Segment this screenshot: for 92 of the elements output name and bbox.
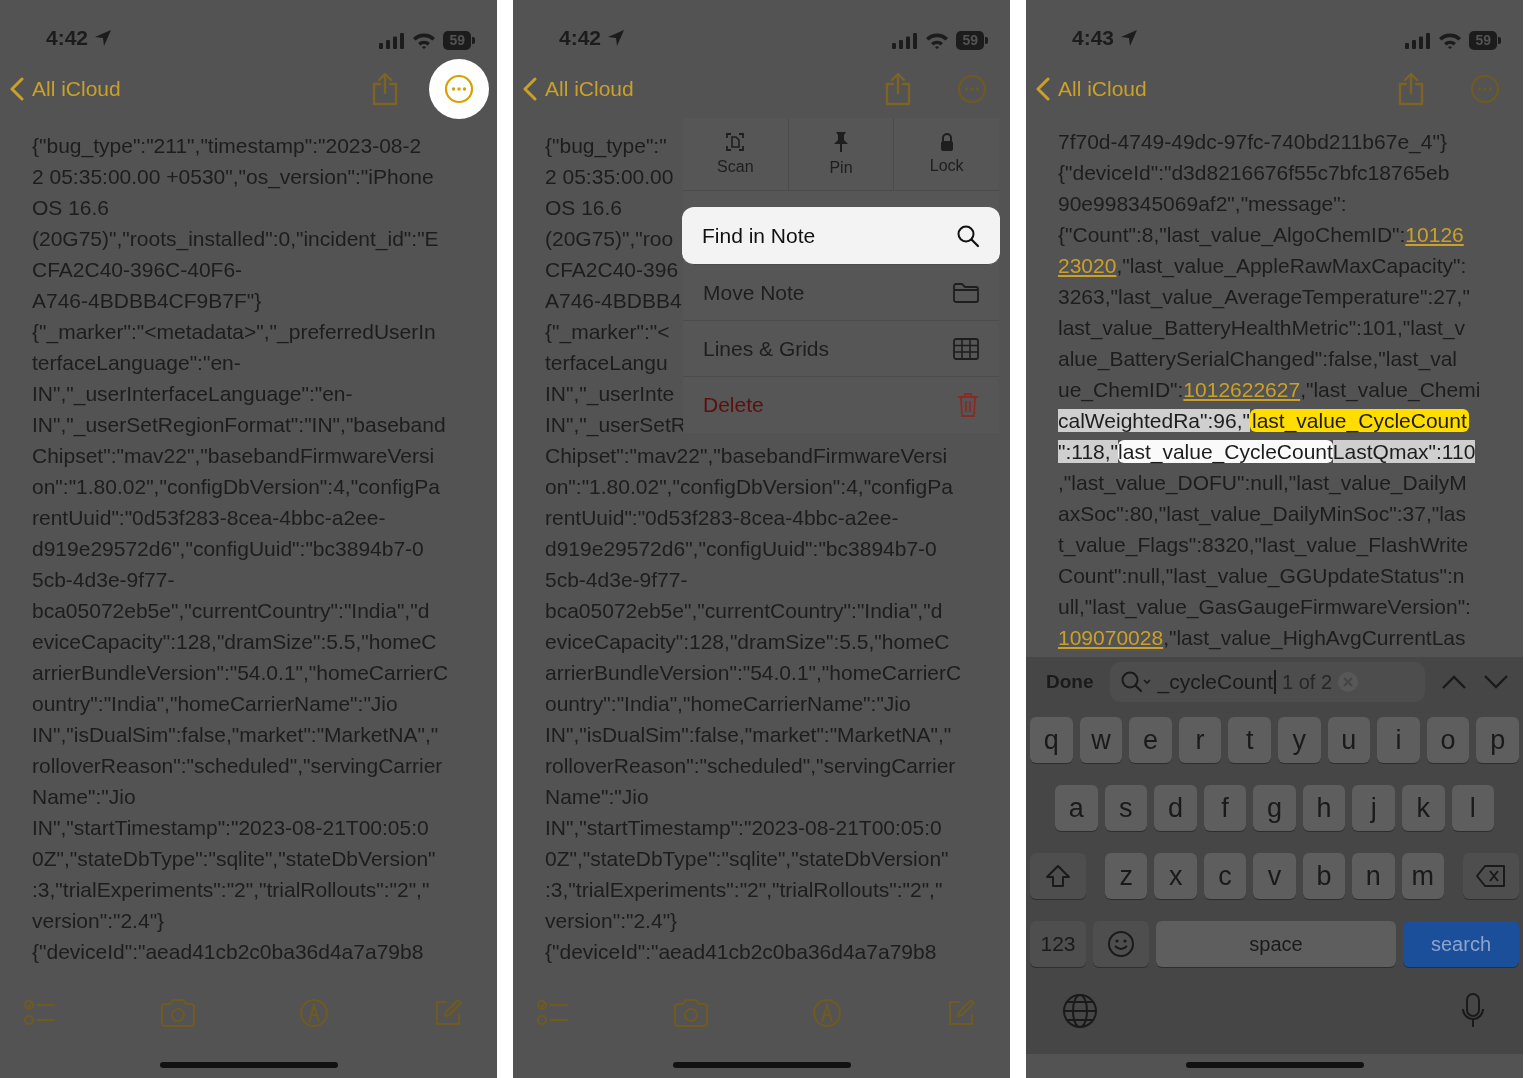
chevron-left-icon [10, 77, 24, 101]
keyboard-key[interactable]: t [1228, 717, 1271, 763]
lock-action-button[interactable]: Lock [894, 118, 999, 190]
chevron-down-icon[interactable] [1483, 674, 1509, 690]
keyboard-key[interactable]: y [1277, 717, 1321, 763]
keyboard-key[interactable]: k [1401, 785, 1445, 831]
keyboard-key[interactable]: o [1426, 717, 1470, 763]
camera-icon[interactable] [672, 999, 709, 1027]
keyboard-key[interactable]: f [1203, 785, 1247, 831]
shift-icon [1045, 864, 1071, 888]
pen-circle-icon[interactable] [812, 998, 843, 1028]
note-text: ,"last_value_AppleRawMaxCapacity": [1116, 254, 1467, 277]
more-button[interactable] [429, 59, 489, 119]
highlighted-text: LastQmax":110 [1332, 440, 1476, 463]
keyboard-key[interactable]: d [1154, 785, 1197, 831]
keyboard-key[interactable]: x [1154, 853, 1197, 899]
keyboard-key[interactable]: m [1401, 853, 1444, 899]
keyboard-key[interactable]: i [1377, 717, 1420, 763]
number-link[interactable]: 1012622627 [1183, 378, 1301, 401]
keyboard-key[interactable]: j [1352, 785, 1395, 831]
scan-action-button[interactable]: Scan [683, 118, 789, 190]
keyboard-key[interactable]: b [1302, 853, 1346, 899]
chevron-left-icon [1036, 77, 1050, 101]
shift-key[interactable] [1030, 853, 1086, 899]
ellipsis-icon [1470, 74, 1500, 104]
keyboard-key[interactable]: q [1030, 717, 1073, 763]
pin-icon [833, 131, 849, 153]
wifi-icon [1438, 32, 1463, 49]
highlighted-text: calWeightedRa":96," [1058, 409, 1250, 432]
keyboard-key[interactable]: w [1079, 717, 1123, 763]
checklist-icon[interactable] [537, 999, 569, 1027]
delete-key[interactable] [1463, 853, 1519, 899]
pen-circle-icon[interactable] [299, 998, 330, 1028]
keyboard-key[interactable]: a [1055, 785, 1098, 831]
keyboard-key[interactable]: s [1104, 785, 1148, 831]
share-icon[interactable] [884, 72, 912, 106]
search-options-icon [1119, 670, 1152, 694]
chevron-left-icon [523, 77, 537, 101]
keyboard-key[interactable]: c [1203, 853, 1247, 899]
keyboard-key[interactable]: r [1178, 717, 1222, 763]
back-button[interactable]: All iCloud [1036, 77, 1147, 101]
pin-action-button[interactable]: Pin [788, 118, 895, 190]
space-key[interactable]: space [1156, 921, 1396, 967]
keyboard-key[interactable]: v [1253, 853, 1296, 899]
search-match-text: last_value_CycleCount [1118, 440, 1333, 463]
signal-icon [379, 32, 406, 49]
status-time: 4:42 [559, 26, 602, 50]
signal-icon [1405, 32, 1432, 49]
back-button[interactable]: All iCloud [523, 77, 634, 101]
scan-document-icon [725, 132, 746, 152]
camera-icon[interactable] [159, 999, 196, 1027]
folder-icon [953, 282, 979, 303]
status-time: 4:42 [46, 26, 89, 50]
keyboard-key[interactable]: h [1302, 785, 1346, 831]
number-link[interactable]: 23020 [1058, 254, 1117, 277]
keyboard-key[interactable]: g [1253, 785, 1296, 831]
chevron-up-icon[interactable] [1441, 674, 1467, 690]
keyboard-key[interactable]: l [1451, 785, 1495, 831]
current-match-text: last_value_CycleCount [1249, 409, 1469, 432]
globe-icon[interactable] [1062, 993, 1098, 1029]
wifi-icon [925, 32, 950, 49]
wifi-icon [412, 32, 437, 49]
lock-icon [939, 133, 954, 151]
share-icon[interactable] [1397, 72, 1425, 106]
location-arrow-icon [1120, 29, 1139, 47]
ellipsis-icon [957, 74, 987, 104]
status-time: 4:43 [1072, 26, 1115, 50]
delete-icon [1476, 865, 1506, 887]
highlighted-text: ":118," [1058, 440, 1119, 463]
emoji-key[interactable] [1093, 921, 1149, 967]
location-arrow-icon [94, 29, 113, 47]
keyboard-key[interactable]: n [1352, 853, 1395, 899]
location-arrow-icon [607, 29, 626, 47]
search-icon [956, 223, 980, 248]
number-link[interactable]: 109070028 [1058, 626, 1164, 649]
back-button[interactable]: All iCloud [10, 77, 121, 101]
search-key[interactable]: search [1403, 921, 1519, 967]
share-icon[interactable] [371, 72, 399, 106]
note-text: ,"last_value_HighAvgCurrentLas [1163, 626, 1466, 649]
keyboard-key[interactable]: p [1476, 717, 1519, 763]
keyboard-key[interactable]: e [1129, 717, 1172, 763]
number-link[interactable]: 10126 [1405, 223, 1464, 246]
trash-icon [957, 392, 979, 418]
keyboard-key[interactable]: u [1327, 717, 1371, 763]
keyboard-key[interactable]: z [1105, 853, 1148, 899]
smiley-icon [1107, 930, 1135, 958]
signal-icon [892, 32, 919, 49]
checklist-icon[interactable] [24, 999, 56, 1027]
grid-icon [953, 337, 979, 360]
menu-item[interactable]: Find in Note [682, 207, 1000, 265]
microphone-icon[interactable] [1461, 993, 1485, 1029]
ellipsis-icon [444, 74, 474, 104]
